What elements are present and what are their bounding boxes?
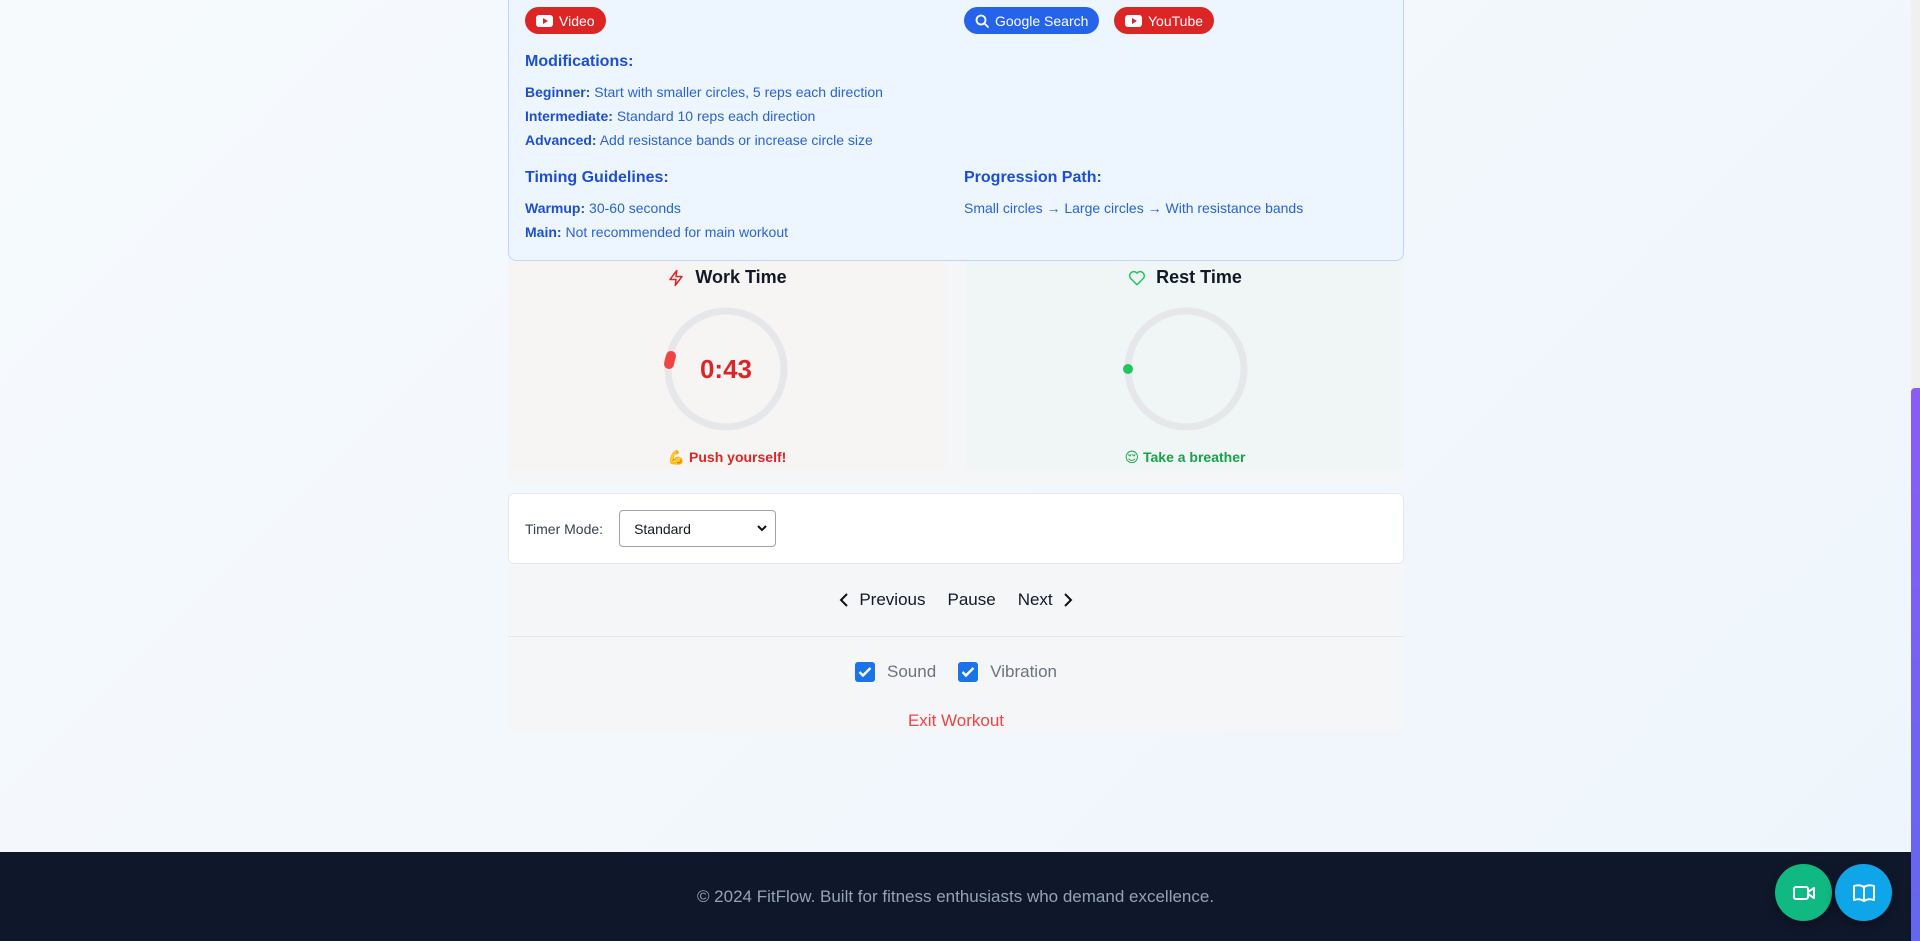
rest-timer-title: Rest Time (1156, 267, 1242, 287)
pause-button[interactable]: Pause (947, 590, 995, 610)
progression-title: Progression Path: (964, 169, 1102, 186)
exercise-info-card: Video Google Search YouTube Modification… (508, 0, 1404, 261)
google-search-link[interactable]: Google Search (964, 7, 1100, 34)
heart-icon (1129, 270, 1146, 285)
work-timer-panel: Work Time 0:43 💪 Push yourself! (508, 261, 946, 469)
video-camera-icon (1792, 885, 1815, 900)
modification-beginner: Beginner: Start with smaller circles, 5 … (525, 84, 883, 100)
footer: © 2024 FitFlow. Built for fitness enthus… (0, 852, 1911, 941)
modification-intermediate: Intermediate: Standard 10 reps each dire… (525, 108, 816, 124)
youtube-icon (536, 14, 553, 27)
book-icon (1852, 883, 1875, 902)
toggle-row: Sound Vibration (508, 662, 1404, 682)
workout-controls: Previous Pause Next (508, 564, 1404, 637)
chevron-left-icon (839, 593, 849, 607)
workout-page: Video Google Search YouTube Modification… (0, 0, 1911, 941)
modification-advanced: Advanced: Add resistance bands or increa… (525, 132, 873, 148)
video-link-label: Video (559, 12, 595, 29)
sound-label: Sound (887, 662, 937, 681)
timer-mode-selected: Standard (634, 520, 691, 537)
timing-main: Main: Not recommended for main workout (525, 224, 788, 240)
video-call-button[interactable] (1775, 864, 1832, 921)
rest-timer-message: 😌 Take a breather (1124, 449, 1246, 465)
work-timer-message: 💪 Push yourself! (667, 449, 787, 465)
previous-label: Previous (859, 590, 926, 609)
scrollbar-thumb[interactable] (1911, 388, 1920, 941)
progression-path: Small circles → Large circles → With res… (964, 200, 1304, 216)
timing-warmup: Warmup: 30-60 seconds (525, 200, 681, 216)
chevron-down-icon (757, 525, 767, 532)
timer-mode-label: Timer Mode: (525, 520, 604, 537)
work-timer-title: Work Time (695, 267, 787, 287)
exit-workout-button[interactable]: Exit Workout (508, 711, 1404, 731)
timer-mode-select[interactable]: Standard (619, 510, 777, 547)
next-label: Next (1017, 590, 1053, 609)
timer-mode-bar: Timer Mode: Standard (508, 493, 1404, 564)
modifications-title: Modifications: (525, 53, 634, 70)
sound-toggle[interactable]: Sound (855, 662, 936, 682)
video-link[interactable]: Video (525, 7, 606, 34)
chevron-right-icon (1063, 593, 1073, 607)
youtube-label: YouTube (1148, 12, 1204, 29)
search-icon (975, 14, 989, 28)
youtube-icon (1125, 14, 1142, 27)
pause-label: Pause (947, 590, 996, 609)
timing-guidelines-title: Timing Guidelines: (525, 169, 669, 186)
vibration-checkbox[interactable] (958, 662, 979, 682)
work-timer-value: 0:43 (699, 353, 753, 384)
youtube-link[interactable]: YouTube (1114, 7, 1215, 34)
vibration-label: Vibration (990, 662, 1057, 681)
rest-timer-panel: Rest Time 😌 Take a breather (966, 261, 1404, 469)
previous-button[interactable]: Previous (839, 590, 925, 610)
vibration-toggle[interactable]: Vibration (958, 662, 1057, 682)
sound-checkbox[interactable] (855, 662, 876, 682)
rest-timer-header: Rest Time (966, 267, 1404, 288)
footer-text: © 2024 FitFlow. Built for fitness enthus… (696, 886, 1215, 906)
rest-timer-ring (1123, 307, 1248, 431)
work-timer-header: Work Time (508, 267, 946, 288)
google-search-label: Google Search (995, 12, 1089, 29)
lightning-icon (669, 269, 684, 286)
check-icon (858, 667, 872, 678)
next-button[interactable]: Next (1018, 590, 1073, 610)
scrollbar[interactable] (1911, 0, 1920, 941)
workout-settings: Sound Vibration Exit Workout (508, 637, 1404, 733)
check-icon (961, 667, 975, 678)
guide-button[interactable] (1835, 864, 1892, 921)
